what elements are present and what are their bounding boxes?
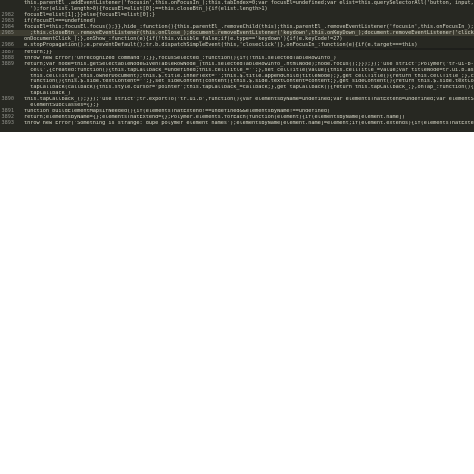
code-text[interactable]: throw new Error('Something is strange: d… <box>24 121 474 127</box>
line-number: 3893 <box>1 119 15 126</box>
code-pane-bottom[interactable]: 3887 return;}} 3888 throw new Error('Unreco… <box>0 50 474 132</box>
code-line[interactable]: 3893 throw new Error('Something is strang… <box>0 119 474 127</box>
code-pane-top[interactable]: this.parentEl_.addEventListener('focusin… <box>0 0 474 48</box>
